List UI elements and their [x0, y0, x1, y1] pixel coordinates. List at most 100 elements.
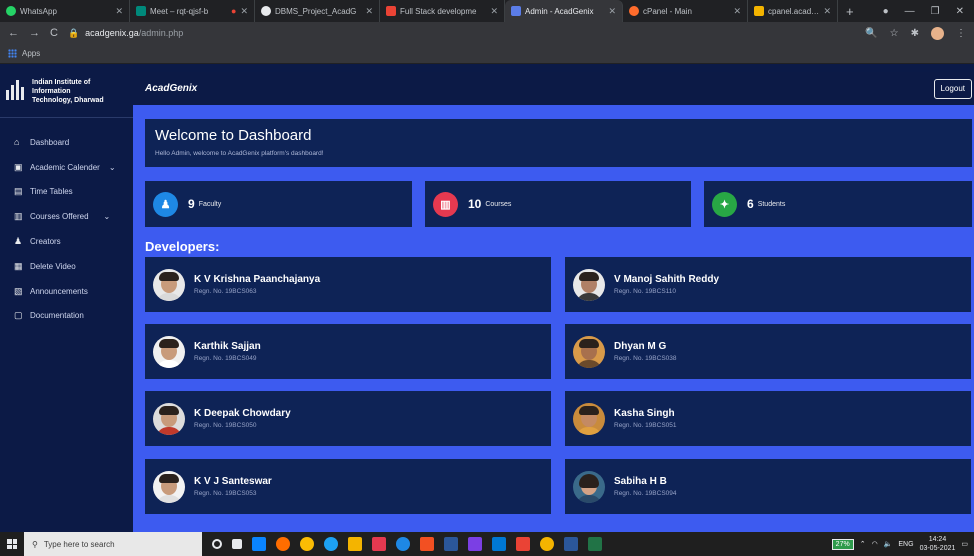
screen: WhatsApp ✕ Meet – rqt-qjsf-b ● ✕ DBMS_Pr… [0, 0, 974, 556]
language-indicator[interactable]: ENG [898, 541, 913, 548]
gmail-icon [386, 6, 396, 16]
window-controls: ● — ❐ ✕ [883, 0, 974, 22]
browser-tabbar: WhatsApp ✕ Meet – rqt-qjsf-b ● ✕ DBMS_Pr… [0, 0, 974, 22]
bookmarks-bar: Apps [0, 44, 974, 64]
task-view-icon[interactable] [232, 539, 242, 549]
close-window-icon[interactable]: ✕ [956, 6, 964, 17]
close-icon[interactable]: ✕ [608, 6, 616, 17]
developer-photo [573, 335, 605, 368]
mail-icon[interactable] [252, 537, 266, 551]
sidebar-item-time-tables[interactable]: ▤ Time Tables [0, 180, 133, 205]
zoom-icon[interactable]: 🔍 [865, 28, 877, 39]
chevron-down-icon: ⌄ [108, 162, 116, 172]
notification-icon[interactable]: ▭ [961, 540, 968, 548]
chrome-icon[interactable] [300, 537, 314, 551]
extensions-icon[interactable]: ✱ [911, 28, 919, 39]
app-icon[interactable] [516, 537, 530, 551]
sidebar-item-announcements[interactable]: ▧ Announcements [0, 279, 133, 304]
volume-icon[interactable]: 🔈 [884, 540, 893, 548]
developer-card[interactable]: K V J Santeswar Regn. No. 19BCS053 [145, 459, 551, 514]
developer-card[interactable]: Sabiha H B Regn. No. 19BCS094 [565, 459, 971, 514]
close-icon[interactable]: ✕ [823, 6, 831, 17]
office-icon[interactable] [372, 537, 386, 551]
tab-meet[interactable]: Meet – rqt-qjsf-b ● ✕ [130, 0, 255, 22]
maximize-icon[interactable]: ❐ [931, 6, 940, 17]
sidebar: Indian Institute of Information Technolo… [0, 64, 133, 532]
tab-whatsapp[interactable]: WhatsApp ✕ [0, 0, 130, 22]
tab-gmail[interactable]: Full Stack developme ✕ [380, 0, 505, 22]
cpanel-icon [629, 6, 639, 16]
cortana-app-icon[interactable] [396, 537, 410, 551]
windows-icon [7, 539, 17, 549]
profile-icon[interactable]: ● [883, 6, 889, 17]
battery-indicator[interactable]: 27% [831, 538, 854, 550]
developer-card[interactable]: Kasha Singh Regn. No. 19BCS051 [565, 391, 971, 446]
github-icon [261, 6, 271, 16]
top-navbar: AcadGenix Logout [133, 72, 974, 105]
chevron-down-icon: ⌄ [103, 212, 111, 222]
tab-cpanel-acadgenix[interactable]: cpanel.acadgenix.ga ✕ [748, 0, 838, 22]
close-icon[interactable]: ✕ [240, 6, 248, 17]
start-button[interactable] [0, 532, 24, 556]
star-icon[interactable]: ☆ [890, 28, 899, 39]
cortana-icon[interactable] [212, 539, 222, 549]
excel-icon[interactable] [588, 537, 602, 551]
developer-card[interactable]: Dhyan M G Regn. No. 19BCS038 [565, 324, 971, 379]
vscode-purple-icon[interactable] [468, 537, 482, 551]
firefox-icon[interactable] [276, 537, 290, 551]
file-explorer-icon[interactable] [348, 537, 362, 551]
menu-icon[interactable]: ⋮ [956, 28, 966, 39]
store-icon[interactable] [420, 537, 434, 551]
chevron-up-icon[interactable]: ⌃ [860, 540, 866, 548]
close-icon[interactable]: ✕ [365, 6, 373, 17]
developer-card[interactable]: V Manoj Sahith Reddy Regn. No. 19BCS110 [565, 257, 971, 312]
sidebar-item-documentation[interactable]: ▢ Documentation [0, 304, 133, 329]
sidebar-item-creators[interactable]: ♟ Creators [0, 229, 133, 254]
forward-icon[interactable]: → [29, 27, 40, 39]
clock[interactable]: 14:24 03-05-2021 [920, 535, 956, 553]
developer-card[interactable]: K V Krishna Paanchajanya Regn. No. 19BCS0… [145, 257, 551, 312]
stat-card-courses[interactable]: ▥ 10 Courses [425, 181, 691, 227]
welcome-subtitle: Hello Admin, welcome to AcadGenix platfo… [155, 150, 324, 157]
institute-brand[interactable]: Indian Institute of Information Technolo… [0, 72, 133, 120]
page-title: Welcome to Dashboard [155, 127, 312, 144]
logout-button[interactable]: Logout [933, 78, 972, 99]
sidebar-menu: ⌂ Dashboard ▣ Academic Calender ⌄ ▤ Time… [0, 130, 133, 328]
avatar[interactable] [931, 26, 944, 40]
search-icon: ⚲ [32, 539, 38, 549]
back-icon[interactable]: ← [8, 27, 19, 39]
close-icon[interactable]: ✕ [490, 6, 498, 17]
stat-card-students[interactable]: ✦ 6 Students [704, 181, 972, 227]
meet-icon [136, 6, 146, 16]
new-tab-button[interactable]: + [838, 0, 862, 22]
minimize-icon[interactable]: — [905, 6, 915, 17]
url-field[interactable]: 🔒 acadgenix.ga/admin.php [68, 28, 855, 39]
reload-icon[interactable]: C [50, 27, 58, 39]
sidebar-item-delete-video[interactable]: ▦ Delete Video [0, 254, 133, 279]
developer-card[interactable]: K Deepak Chowdary Regn. No. 19BCS050 [145, 391, 551, 446]
close-icon[interactable]: ✕ [115, 6, 123, 17]
document-icon: ▢ [14, 310, 23, 321]
tab-admin-acadgenix[interactable]: Admin - AcadGenix ✕ [505, 0, 623, 22]
calendar-icon: ▣ [14, 161, 23, 172]
sidebar-item-courses-offered[interactable]: ▥ Courses Offered ⌄ [0, 204, 133, 229]
vscode-icon[interactable] [492, 537, 506, 551]
institute-name: Indian Institute of Information Technolo… [32, 79, 104, 104]
word-icon[interactable] [564, 537, 578, 551]
user-icon: ♟ [14, 236, 23, 247]
taskbar-search-input[interactable]: ⚲ Type here to search [24, 532, 202, 556]
edge-icon[interactable] [324, 537, 338, 551]
app-title[interactable]: AcadGenix [145, 83, 197, 94]
bookmark-apps[interactable]: Apps [22, 49, 40, 58]
address-bar: ← → C 🔒 acadgenix.ga/admin.php 🔍 ☆ ✱ ⋮ [0, 22, 974, 44]
developer-card[interactable]: Karthik Sajjan Regn. No. 19BCS049 [145, 324, 551, 379]
sql-icon[interactable] [444, 537, 458, 551]
app-icon[interactable] [540, 537, 554, 551]
tab-github[interactable]: DBMS_Project_AcadG ✕ [255, 0, 380, 22]
tab-cpanel[interactable]: cPanel - Main ✕ [623, 0, 748, 22]
sidebar-item-academic-calender[interactable]: ▣ Academic Calender ⌄ [0, 155, 133, 180]
sidebar-item-dashboard[interactable]: ⌂ Dashboard [0, 130, 133, 155]
wifi-icon[interactable]: ◠ [872, 540, 878, 548]
stat-card-faculty[interactable]: ♟ 9 Faculty [145, 181, 412, 227]
close-icon[interactable]: ✕ [733, 6, 741, 17]
